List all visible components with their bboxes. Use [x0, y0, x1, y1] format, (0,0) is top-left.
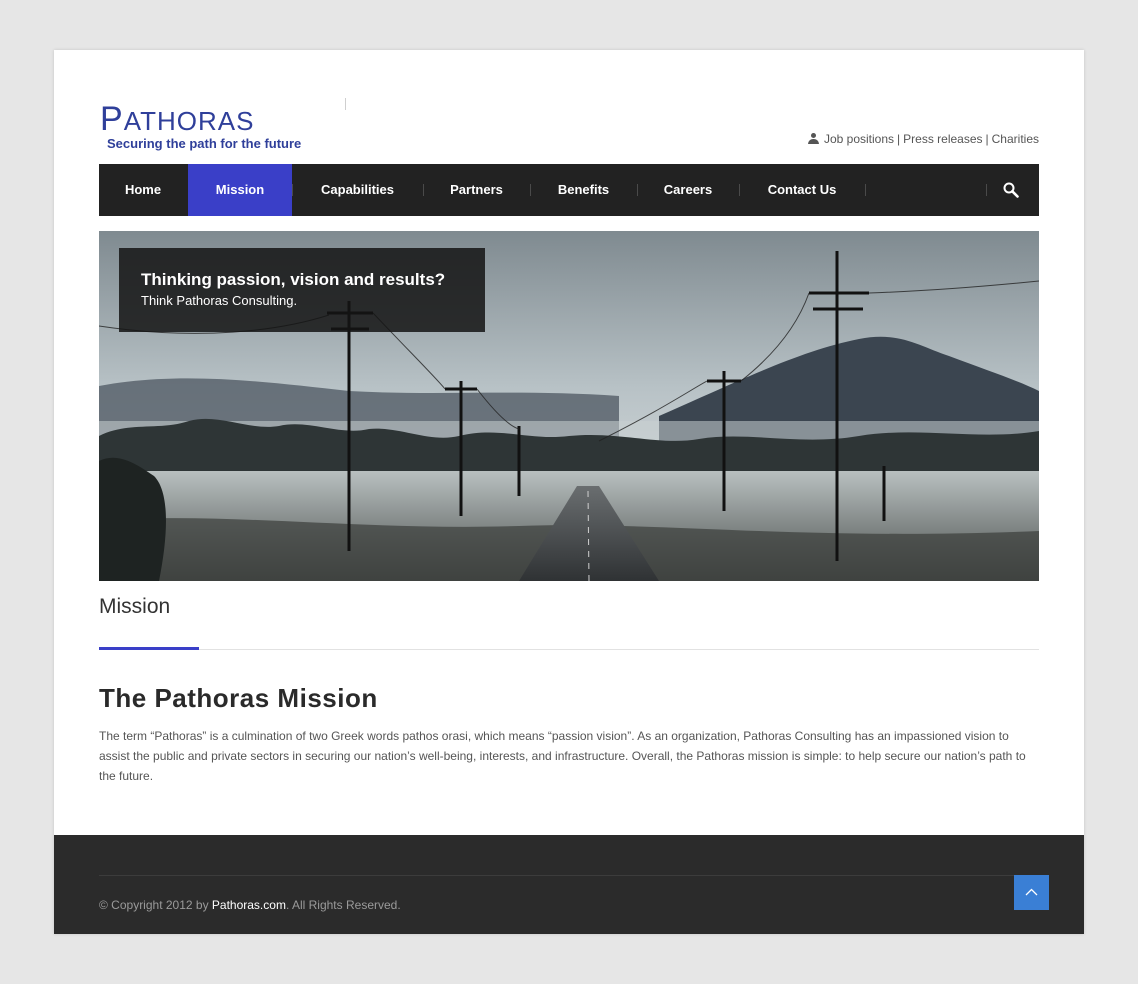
copyright-text: © Copyright 2012 by Pathoras.com. All Ri…	[99, 898, 401, 912]
nav-item-careers[interactable]: Careers	[638, 164, 738, 216]
footer-divider	[99, 875, 1039, 876]
hero-caption-title: Thinking passion, vision and results?	[141, 270, 446, 289]
charities-link[interactable]: Charities	[992, 132, 1039, 146]
section-title: The Pathoras Mission	[99, 683, 378, 713]
back-to-top-button[interactable]	[1014, 875, 1049, 910]
job-positions-link[interactable]: Job positions	[824, 132, 894, 146]
hero-banner: Thinking passion, vision and results? Th…	[99, 231, 1039, 581]
chevron-up-icon	[1025, 888, 1038, 896]
copyright-prefix: © Copyright 2012 by	[99, 898, 212, 912]
nav-divider	[986, 184, 987, 196]
footer: © Copyright 2012 by Pathoras.com. All Ri…	[54, 835, 1084, 934]
nav-item-mission[interactable]: Mission	[188, 164, 292, 216]
nav-divider	[865, 184, 866, 196]
title-accent-bar	[99, 647, 199, 650]
search-icon[interactable]	[1003, 182, 1019, 198]
hero-caption-subtitle: Think Pathoras Consulting.	[141, 293, 298, 308]
main-nav: Home Mission Capabilities Partners Benef…	[99, 164, 1039, 216]
page-title: Mission	[99, 595, 171, 618]
top-links: Job positions | Press releases | Charities	[807, 132, 1039, 146]
copyright-suffix: . All Rights Reserved.	[285, 898, 401, 912]
logo-wordmark: PATHORAS	[100, 102, 254, 138]
nav-item-capabilities[interactable]: Capabilities	[293, 164, 422, 216]
top-link-separator: |	[897, 132, 901, 146]
logo-rest: ATHORAS	[123, 106, 255, 136]
copyright-site-link[interactable]: Pathoras.com	[212, 898, 286, 912]
logo-divider	[345, 98, 346, 110]
logo[interactable]: PATHORAS Securing the path for the futur…	[99, 102, 339, 154]
mission-body-text: The term “Pathoras” is a culmination of …	[99, 729, 1026, 783]
logo-first-letter: P	[100, 100, 124, 138]
user-icon	[807, 133, 819, 144]
nav-item-benefits[interactable]: Benefits	[531, 164, 636, 216]
page-container: PATHORAS Securing the path for the futur…	[54, 50, 1084, 934]
nav-item-partners[interactable]: Partners	[424, 164, 529, 216]
hero-caption: Thinking passion, vision and results? Th…	[119, 248, 485, 332]
nav-item-contact-us[interactable]: Contact Us	[740, 164, 864, 216]
press-releases-link[interactable]: Press releases	[903, 132, 982, 146]
top-link-separator: |	[985, 132, 989, 146]
nav-item-home[interactable]: Home	[112, 164, 174, 216]
title-divider	[99, 649, 1039, 650]
logo-tagline: Securing the path for the future	[107, 136, 302, 151]
